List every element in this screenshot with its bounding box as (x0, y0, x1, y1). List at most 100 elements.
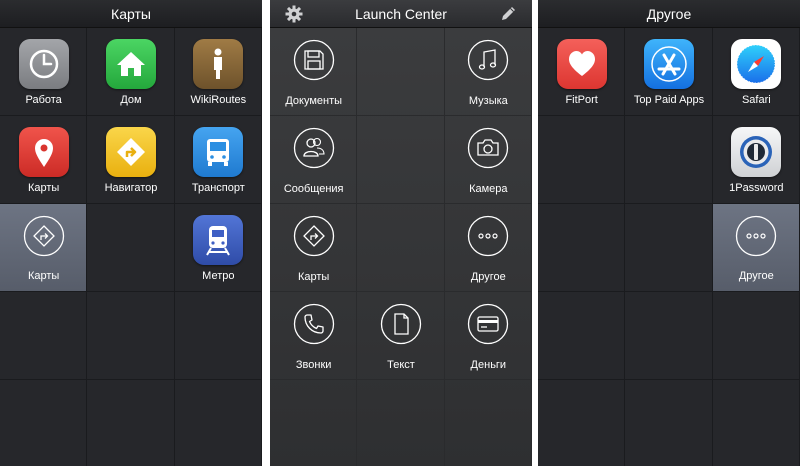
grid-cell (0, 292, 88, 380)
action-top-paid-apps[interactable]: Top Paid Apps (625, 28, 712, 116)
action-label: Транспорт (191, 182, 245, 194)
action-navigator[interactable]: Навигатор (87, 116, 174, 204)
compass-icon (731, 39, 782, 89)
action-label: Дом (120, 94, 142, 106)
action-label: Сообщения (283, 183, 344, 195)
grid-cell (445, 380, 532, 466)
action-wikiroutes[interactable]: WikiRoutes (175, 28, 262, 116)
action-transport[interactable]: Транспорт (175, 116, 262, 204)
action-label: Карты (27, 270, 60, 282)
maps-group-title: Карты (0, 0, 262, 28)
action-label: Safari (741, 94, 771, 106)
action-label: Документы (285, 95, 343, 107)
other-group-title: Другое (538, 0, 800, 28)
action-label: Звонки (295, 359, 332, 371)
more-icon (467, 215, 509, 257)
person-icon (193, 39, 244, 89)
action-label: Другое (470, 271, 506, 283)
phone-icon (293, 303, 335, 345)
action-home[interactable]: Дом (87, 28, 174, 116)
action-camera[interactable]: Камера (445, 116, 532, 204)
grid-cell (87, 292, 175, 380)
action-label: Карты (297, 271, 330, 283)
action-money[interactable]: Деньги (445, 292, 532, 380)
action-safari[interactable]: Safari (713, 28, 800, 116)
directions-icon (293, 215, 335, 257)
grid-cell (712, 292, 800, 380)
grid-cell (0, 380, 88, 466)
action-label: Навигатор (104, 182, 158, 194)
other-action-grid: FitPort Top Paid Apps Safari 1Password Д… (538, 28, 800, 466)
action-work[interactable]: Работа (0, 28, 87, 116)
other-group-screen: Другое FitPort Top Paid Apps Safari 1Pas… (538, 0, 800, 466)
action-label: Top Paid Apps (633, 94, 705, 106)
home-icon (105, 39, 156, 89)
grid-cell (357, 204, 445, 292)
action-documents[interactable]: Документы (270, 28, 357, 116)
app-title: Launch Center (270, 0, 532, 28)
action-maps[interactable]: Карты (0, 116, 87, 204)
heart-icon (556, 39, 607, 89)
more-icon (735, 215, 777, 257)
grid-cell (713, 380, 800, 466)
action-metro[interactable]: Метро (175, 204, 262, 292)
keyhole-icon (731, 127, 782, 177)
map-pin-icon (18, 127, 69, 177)
grid-cell (625, 116, 713, 204)
grid-cell (357, 116, 445, 204)
action-fitport[interactable]: FitPort (538, 28, 625, 116)
action-1password[interactable]: 1Password (713, 116, 800, 204)
grid-cell (87, 380, 175, 466)
train-icon (193, 215, 244, 265)
action-calls[interactable]: Звонки (270, 292, 357, 380)
grid-cell (538, 116, 626, 204)
action-label: Работа (25, 94, 62, 106)
grid-cell (625, 204, 713, 292)
grid-cell (357, 380, 445, 466)
action-maps-selected[interactable]: Карты (0, 204, 87, 292)
grid-cell (87, 204, 175, 292)
grid-cell (270, 380, 358, 466)
directions-icon (105, 127, 156, 177)
camera-icon (467, 127, 509, 169)
action-label: Другое (738, 270, 774, 282)
credit-card-icon (467, 303, 509, 345)
action-other-selected[interactable]: Другое (713, 204, 800, 292)
action-label: FitPort (565, 94, 598, 106)
launch-center-screen: Launch Center Документы Музыка Сообщения… (270, 0, 532, 466)
action-messages[interactable]: Сообщения (270, 116, 357, 204)
action-label: Метро (202, 270, 235, 282)
bus-icon (193, 127, 244, 177)
contacts-icon (293, 127, 335, 169)
pencil-icon[interactable] (498, 4, 518, 24)
grid-cell (538, 380, 626, 466)
grid-cell (625, 292, 713, 380)
action-text[interactable]: Текст (357, 292, 444, 380)
action-label: WikiRoutes (190, 94, 247, 106)
action-label: Деньги (470, 359, 507, 371)
grid-cell (538, 204, 626, 292)
clock-icon (18, 39, 69, 89)
floppy-disk-icon (293, 39, 335, 81)
grid-cell (174, 292, 262, 380)
action-label: 1Password (729, 182, 784, 194)
maps-group-screen: Карты Работа Дом WikiRoutes Карты Навига… (0, 0, 262, 466)
directions-circle-icon (23, 215, 65, 257)
maps-action-grid: Работа Дом WikiRoutes Карты Навигатор Тр… (0, 28, 262, 466)
music-note-icon (467, 39, 509, 81)
action-label: Текст (387, 359, 415, 371)
app-store-icon (643, 39, 694, 89)
grid-cell (538, 292, 626, 380)
gear-icon[interactable] (284, 4, 304, 24)
launch-action-grid: Документы Музыка Сообщения Камера Карты (270, 28, 532, 466)
grid-cell (175, 380, 262, 466)
action-music[interactable]: Музыка (445, 28, 532, 116)
document-icon (380, 303, 422, 345)
action-label: Карты (27, 182, 60, 194)
grid-cell (357, 28, 445, 116)
action-maps[interactable]: Карты (270, 204, 357, 292)
grid-cell (625, 380, 713, 466)
action-label: Музыка (468, 95, 508, 107)
action-label: Камера (469, 183, 508, 195)
action-other[interactable]: Другое (445, 204, 532, 292)
